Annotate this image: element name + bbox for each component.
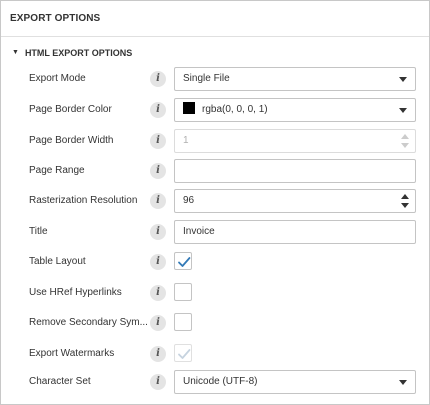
spin-up-icon[interactable] [401,194,409,199]
page-border-color-value: rgba(0, 0, 0, 1) [202,104,268,115]
spin-buttons[interactable] [401,133,409,149]
page-range-row: Page Range i [1,159,429,183]
collapse-caret-icon[interactable]: ▼ [12,45,19,61]
info-icon[interactable]: i [150,254,166,270]
info-icon[interactable]: i [150,133,166,149]
info-icon[interactable]: i [150,315,166,331]
info-icon[interactable]: i [150,102,166,118]
page-border-color-label: Page Border Color [29,104,112,115]
export-mode-select[interactable]: Single File [174,67,416,91]
table-layout-row: Table Layout i [1,250,429,274]
dropdown-arrow-icon[interactable] [399,380,407,385]
use-href-hyperlinks-checkbox[interactable] [174,283,192,301]
export-mode-row: Export Mode i Single File [1,67,429,91]
rasterization-resolution-value: 96 [183,195,195,206]
character-set-value: Unicode (UTF-8) [183,376,258,387]
page-border-width-value: 1 [183,135,189,146]
dropdown-arrow-icon[interactable] [399,77,407,82]
group-title: HTML EXPORT OPTIONS [24,48,133,58]
page-border-color-select[interactable]: rgba(0, 0, 0, 1) [174,98,416,122]
page-border-width-row: Page Border Width i 1 [1,129,429,153]
checkmark-icon [178,257,191,267]
checkmark-icon [178,349,191,359]
page-range-label: Page Range [29,165,85,176]
use-href-hyperlinks-row: Use HRef Hyperlinks i [1,281,429,305]
rasterization-resolution-label: Rasterization Resolution [29,195,138,206]
export-watermarks-row: Export Watermarks i [1,342,429,366]
spin-down-icon[interactable] [401,143,409,148]
remove-secondary-symbols-checkbox[interactable] [174,313,192,331]
remove-secondary-symbols-label: Remove Secondary Sym... [29,317,147,328]
rasterization-resolution-input[interactable]: 96 [174,189,416,213]
spin-down-icon[interactable] [401,203,409,208]
info-icon[interactable]: i [150,346,166,362]
use-href-hyperlinks-label: Use HRef Hyperlinks [29,287,122,298]
info-icon[interactable]: i [150,285,166,301]
export-options-panel: EXPORT OPTIONS ▼ HTML EXPORT OPTIONS Exp… [0,0,430,405]
info-icon[interactable]: i [150,163,166,179]
export-mode-label: Export Mode [29,73,86,84]
color-swatch [183,102,195,115]
dropdown-arrow-icon[interactable] [399,108,407,113]
export-watermarks-checkbox[interactable] [174,344,192,362]
character-set-select[interactable]: Unicode (UTF-8) [174,370,416,394]
info-icon[interactable]: i [150,374,166,390]
spin-up-icon[interactable] [401,134,409,139]
page-range-input[interactable] [174,159,416,183]
page-border-color-row: Page Border Color i rgba(0, 0, 0, 1) [1,98,429,122]
character-set-label: Character Set [29,376,91,387]
info-icon[interactable]: i [150,71,166,87]
export-mode-value: Single File [183,73,230,84]
title-value: Invoice [183,226,215,237]
info-icon[interactable]: i [150,193,166,209]
spin-buttons[interactable] [401,193,409,209]
info-icon[interactable]: i [150,224,166,240]
title-label: Title [29,226,48,237]
title-row: Title i Invoice [1,220,429,244]
title-input[interactable]: Invoice [174,220,416,244]
html-export-options-group-header[interactable]: ▼ HTML EXPORT OPTIONS [12,45,132,61]
rasterization-resolution-row: Rasterization Resolution i 96 [1,189,429,213]
export-watermarks-label: Export Watermarks [29,348,115,359]
remove-secondary-symbols-row: Remove Secondary Sym... i [1,311,429,335]
page-border-width-label: Page Border Width [29,135,114,146]
table-layout-label: Table Layout [29,256,86,267]
panel-title: EXPORT OPTIONS [1,1,429,37]
character-set-row: Character Set i Unicode (UTF-8) [1,370,429,394]
page-border-width-input[interactable]: 1 [174,129,416,153]
table-layout-checkbox[interactable] [174,252,192,270]
